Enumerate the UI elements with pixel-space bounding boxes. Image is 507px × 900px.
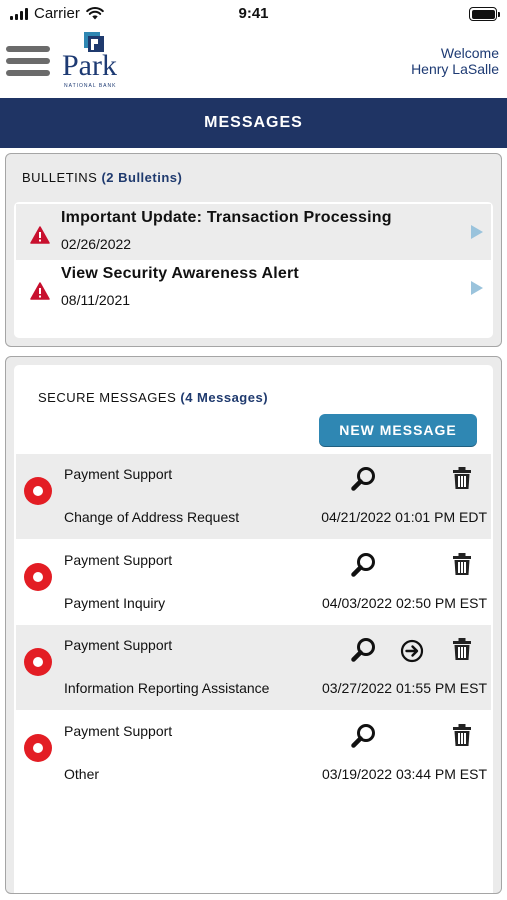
bulletins-label: BULLETINS [22,170,98,185]
trash-icon[interactable] [452,552,472,576]
message-row[interactable]: Payment Support Information Reporting As… [16,625,491,710]
chevron-right-icon[interactable] [470,224,484,240]
clock: 9:41 [238,5,269,22]
secure-messages-label: SECURE MESSAGES [38,390,177,405]
bulletin-title: View Security Awareness Alert [61,265,299,282]
warning-icon [30,226,50,244]
app-header: Park NATIONAL BANK Welcome Henry LaSalle [0,28,507,98]
secure-messages-header: SECURE MESSAGES (4 Messages) [38,390,268,405]
secure-messages-count: (4 Messages) [180,390,269,405]
chevron-right-icon[interactable] [470,280,484,296]
bulletin-date: 08/11/2021 [61,292,131,308]
message-subject: Change of Address Request [64,509,240,525]
bulletins-count: (2 Bulletins) [101,170,183,185]
secure-messages-list: SECURE MESSAGES (4 Messages) NEW MESSAGE… [14,365,493,893]
bulletins-list: Important Update: Transaction Processing… [14,202,493,338]
welcome-message: Welcome Henry LaSalle [411,45,499,77]
trash-icon[interactable] [452,723,472,747]
bulletin-title: Important Update: Transaction Processing [61,209,392,226]
warning-icon [30,282,50,300]
bulletins-header: BULLETINS (2 Bulletins) [22,170,182,185]
unread-indicator-icon [24,648,52,676]
magnifier-icon[interactable] [351,723,377,749]
bulletin-item[interactable]: Important Update: Transaction Processing… [16,204,491,260]
message-subject: Payment Inquiry [64,595,166,611]
message-row[interactable]: Payment Support Other 03/19/2022 03:44 P… [16,711,491,796]
magnifier-icon[interactable] [351,637,377,663]
message-date: 03/27/2022 01:55 PM EST [322,680,487,696]
bulletin-date: 02/26/2022 [61,236,132,252]
logo-subtext: NATIONAL BANK [64,83,117,89]
message-subject: Information Reporting Assistance [64,680,270,696]
trash-icon[interactable] [452,637,472,661]
trash-icon[interactable] [452,466,472,490]
message-date: 04/03/2022 02:50 PM EST [322,595,487,611]
battery-icon [469,7,500,21]
magnifier-icon[interactable] [351,552,377,578]
page-title: MESSAGES [0,98,507,148]
message-sender: Payment Support [64,723,173,739]
park-national-bank-logo: Park NATIONAL BANK [60,32,126,92]
logo-wordmark: Park [62,49,117,82]
new-message-button[interactable]: NEW MESSAGE [319,414,477,446]
secure-messages-panel: SECURE MESSAGES (4 Messages) NEW MESSAGE… [5,356,502,894]
message-date: 04/21/2022 01:01 PM EDT [321,509,487,525]
message-sender: Payment Support [64,466,173,482]
forward-arrow-icon[interactable] [400,639,424,663]
unread-indicator-icon [24,477,52,505]
bulletin-item[interactable]: View Security Awareness Alert 08/11/2021 [16,260,491,316]
unread-indicator-icon [24,734,52,762]
status-bar: Carrier 9:41 [0,0,507,28]
bulletins-panel: BULLETINS (2 Bulletins) Important Update… [5,153,502,347]
message-sender: Payment Support [64,637,173,653]
magnifier-icon[interactable] [351,466,377,492]
message-row[interactable]: Payment Support Change of Address Reques… [16,454,491,539]
user-name: Henry LaSalle [411,61,499,77]
message-subject: Other [64,766,100,782]
message-sender: Payment Support [64,552,173,568]
menu-icon[interactable] [6,46,50,76]
unread-indicator-icon [24,563,52,591]
message-row[interactable]: Payment Support Payment Inquiry 04/03/20… [16,540,491,625]
welcome-label: Welcome [440,45,499,61]
message-date: 03/19/2022 03:44 PM EST [322,766,487,782]
